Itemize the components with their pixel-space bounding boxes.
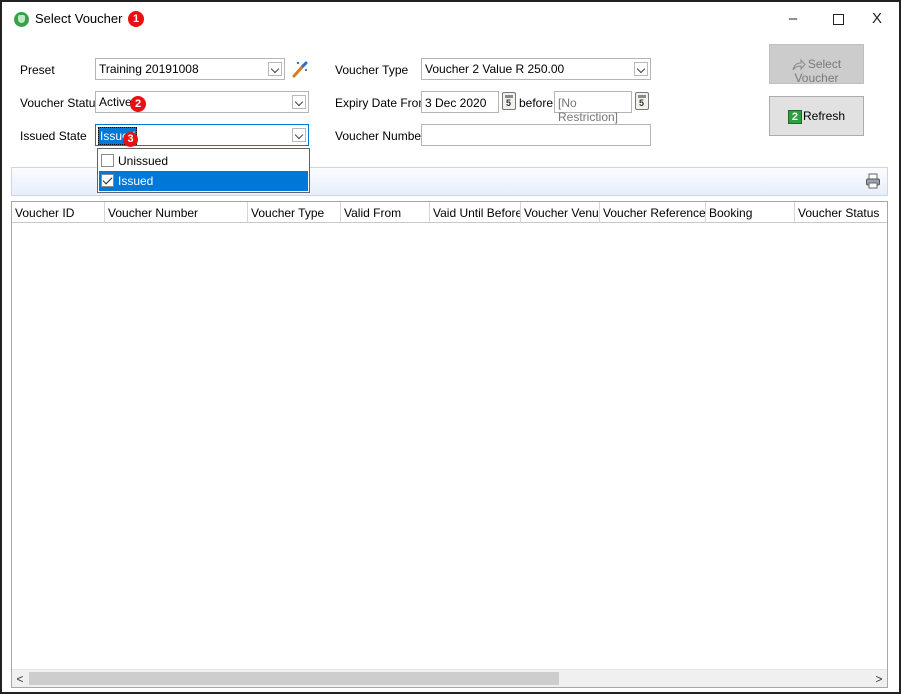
title-bar: Select Voucher 1 – X xyxy=(2,2,899,36)
column-valid-until-before[interactable]: Vaid Until Before xyxy=(430,202,521,223)
voucher-type-value: Voucher 2 Value R 250.00 xyxy=(425,62,565,76)
annotation-badge-2: 2 xyxy=(130,96,146,112)
voucher-type-dropdown[interactable]: Voucher 2 Value R 250.00 xyxy=(421,58,651,80)
preset-label: Preset xyxy=(20,63,55,77)
scroll-left-icon[interactable]: < xyxy=(12,671,28,687)
voucher-status-dropdown[interactable]: Active xyxy=(95,91,309,113)
close-button[interactable]: X xyxy=(854,2,900,36)
select-voucher-button[interactable]: Select Voucher xyxy=(769,44,864,85)
expiry-date-before-value: [No Restriction] xyxy=(558,96,619,124)
option-unissued-label: Unissued xyxy=(118,154,169,168)
scroll-right-icon[interactable]: > xyxy=(871,671,887,687)
horizontal-scrollbar[interactable]: < > xyxy=(12,669,887,687)
maximize-icon xyxy=(832,13,844,25)
voucher-number-input[interactable] xyxy=(421,124,651,146)
calendar-icon[interactable] xyxy=(502,92,516,110)
column-valid-from[interactable]: Valid From xyxy=(341,202,430,223)
print-icon[interactable] xyxy=(865,173,881,189)
scroll-thumb[interactable] xyxy=(29,672,559,685)
voucher-number-label: Voucher Number xyxy=(335,129,426,143)
window-title: Select Voucher xyxy=(35,11,123,26)
unissued-checkbox[interactable] xyxy=(101,154,114,167)
chevron-down-icon[interactable] xyxy=(634,62,648,76)
column-voucher-type[interactable]: Voucher Type xyxy=(248,202,341,223)
preset-value: Training 20191008 xyxy=(99,62,199,76)
select-voucher-window: Select Voucher 1 – X Preset Training 201… xyxy=(0,0,901,694)
issued-state-options: Unissued Issued xyxy=(97,148,310,193)
before-label: before xyxy=(519,96,554,110)
issued-checkbox[interactable] xyxy=(101,174,114,187)
expiry-date-from-field[interactable]: 3 Dec 2020 xyxy=(421,91,499,113)
preset-dropdown[interactable]: Training 20191008 xyxy=(95,58,285,80)
share-arrow-icon xyxy=(792,58,806,71)
chevron-down-icon[interactable] xyxy=(268,62,282,76)
grid-header: Voucher ID Voucher Number Voucher Type V… xyxy=(12,202,887,223)
filter-form: Preset Training 20191008 Voucher Status … xyxy=(2,36,899,160)
refresh-button[interactable]: 2 Refresh xyxy=(769,96,864,136)
column-voucher-number[interactable]: Voucher Number xyxy=(105,202,248,223)
magic-wand-icon[interactable] xyxy=(291,60,309,78)
expiry-date-from-label: Expiry Date From xyxy=(335,96,429,110)
annotation-badge-1: 1 xyxy=(128,11,144,27)
column-voucher-id[interactable]: Voucher ID xyxy=(12,202,105,223)
expiry-date-from-value: 3 Dec 2020 xyxy=(425,96,487,110)
annotation-badge-3: 3 xyxy=(123,132,138,147)
voucher-app-icon xyxy=(14,12,29,27)
calendar-icon[interactable] xyxy=(635,92,649,110)
chevron-down-icon[interactable] xyxy=(292,95,306,109)
refresh-label: Refresh xyxy=(802,109,846,123)
voucher-type-label: Voucher Type xyxy=(335,63,409,77)
option-unissued[interactable]: Unissued xyxy=(99,151,308,171)
expiry-date-before-field[interactable]: [No Restriction] xyxy=(554,91,632,124)
option-issued[interactable]: Issued xyxy=(99,171,308,191)
column-voucher-reference[interactable]: Voucher Reference xyxy=(600,202,706,223)
issued-state-label: Issued State xyxy=(20,129,87,143)
column-booking[interactable]: Booking xyxy=(706,202,795,223)
option-issued-label: Issued xyxy=(118,174,154,188)
column-voucher-venue[interactable]: Voucher Venue xyxy=(521,202,600,223)
voucher-status-value: Active xyxy=(99,95,132,109)
minimize-button[interactable]: – xyxy=(770,2,816,36)
column-voucher-status[interactable]: Voucher Status xyxy=(795,202,887,223)
voucher-status-label: Voucher Status xyxy=(20,96,102,110)
refresh-icon: 2 xyxy=(787,109,802,124)
chevron-down-icon[interactable] xyxy=(292,128,306,142)
voucher-grid: Voucher ID Voucher Number Voucher Type V… xyxy=(11,201,888,688)
